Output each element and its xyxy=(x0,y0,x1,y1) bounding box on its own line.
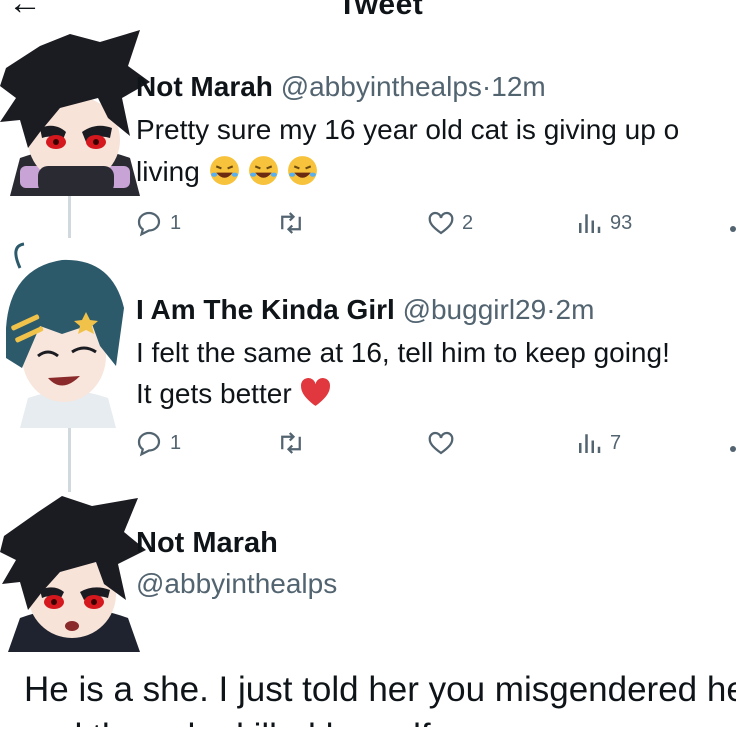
user-handle[interactable]: @buggirl29 xyxy=(403,294,547,325)
crop-edge xyxy=(0,727,736,735)
like-icon xyxy=(428,211,454,235)
anime-boy-avatar-icon xyxy=(0,492,150,652)
reply-button[interactable]: 1 xyxy=(134,208,181,238)
view-count: 7 xyxy=(610,431,622,454)
display-name[interactable]: Not Marah xyxy=(136,71,273,102)
timestamp[interactable]: 2m xyxy=(556,294,595,325)
retweet-icon xyxy=(281,212,301,234)
separator-dot: · xyxy=(481,71,492,102)
like-button[interactable] xyxy=(426,428,456,458)
like-button[interactable]: 2 xyxy=(426,208,473,238)
retweet-button[interactable] xyxy=(276,208,306,238)
views-icon xyxy=(579,434,601,453)
timestamp[interactable]: 12m xyxy=(491,71,545,102)
tweet-text-line-1: He is a she. I just told her you misgend… xyxy=(24,670,736,709)
avatar[interactable] xyxy=(0,492,150,652)
more-icon[interactable] xyxy=(730,446,736,452)
like-count: 2 xyxy=(462,211,474,234)
retweet-icon xyxy=(281,432,301,454)
views-button[interactable]: 7 xyxy=(574,428,621,458)
anime-boy-avatar-icon xyxy=(0,28,152,196)
tweet-header: Not Marah @abbyinthealps·12m xyxy=(136,73,546,101)
tweet-text-line-2: living xyxy=(136,152,325,192)
tweet-header: I Am The Kinda Girl @buggirl29·2m xyxy=(136,296,594,324)
tweet-text-line-1: I felt the same at 16, tell him to keep … xyxy=(136,337,670,368)
tweet-actions: 1 2 93 xyxy=(130,208,736,248)
back-arrow-icon[interactable]: ← xyxy=(8,0,42,20)
tweet-text-word: It gets better xyxy=(136,378,292,409)
display-name[interactable]: Not Marah xyxy=(136,527,278,560)
display-name[interactable]: I Am The Kinda Girl xyxy=(136,294,395,325)
tweet-actions: 1 7 xyxy=(130,428,736,468)
avatar[interactable] xyxy=(0,238,136,428)
red-heart-emoji xyxy=(299,376,332,409)
reply-count: 1 xyxy=(170,431,182,454)
tweet-text-word: living xyxy=(136,156,200,187)
reply-icon xyxy=(137,211,161,237)
user-handle[interactable]: @abbyinthealps xyxy=(136,568,337,600)
like-icon xyxy=(428,431,454,455)
reply-icon xyxy=(137,431,161,457)
separator-dot: · xyxy=(546,294,556,325)
view-count: 93 xyxy=(610,211,633,234)
avatar[interactable] xyxy=(0,28,152,196)
reply-count: 1 xyxy=(170,211,182,234)
thread-line xyxy=(68,420,71,500)
top-bar: ← Tweet xyxy=(0,0,736,22)
reply-button[interactable]: 1 xyxy=(134,428,181,458)
retweet-button[interactable] xyxy=(276,428,306,458)
rofl-emoji xyxy=(208,154,241,187)
rofl-emoji xyxy=(286,154,319,187)
rofl-emoji xyxy=(247,154,280,187)
more-icon[interactable] xyxy=(730,226,736,232)
tweet-text-line-1: Pretty sure my 16 year old cat is giving… xyxy=(136,114,680,145)
page-title: Tweet xyxy=(338,0,424,21)
views-icon xyxy=(579,214,601,233)
views-button[interactable]: 93 xyxy=(574,208,632,238)
tweet-text-line-2: It gets better xyxy=(136,374,338,414)
anime-girl-avatar-icon xyxy=(0,238,136,428)
user-handle[interactable]: @abbyinthealps xyxy=(281,71,482,102)
